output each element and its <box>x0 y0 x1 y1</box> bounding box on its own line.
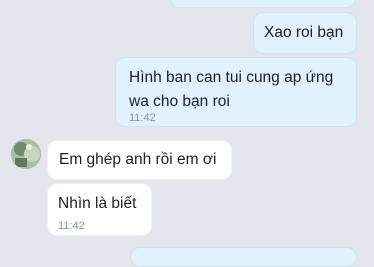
message-text: Xao roi bạn <box>264 24 344 41</box>
message-bubble-outgoing[interactable]: Hình ban can tui cung ap ứng wa cho bạn … <box>115 57 357 127</box>
message-bubble-incoming[interactable]: Nhìn là biết 11:42 <box>47 183 152 236</box>
message-timestamp: 11:42 <box>129 112 156 124</box>
message-bubble-outgoing-partial[interactable] <box>170 0 356 8</box>
message-text-line: wa cho bạn roi <box>129 93 230 110</box>
avatar-photo-icon <box>11 139 41 169</box>
message-timestamp: 11:42 <box>58 220 85 232</box>
message-bubble-incoming[interactable]: Em ghép anh rồi em ơi <box>47 140 232 180</box>
message-text-line: Hình ban can tui cung ap ứng <box>129 69 334 86</box>
message-text: Nhìn là biết <box>58 195 137 212</box>
message-text: Em ghép anh rồi em ơi <box>59 151 217 168</box>
message-bubble-outgoing-partial[interactable] <box>130 247 357 267</box>
avatar[interactable] <box>11 139 41 169</box>
message-bubble-outgoing[interactable]: Xao roi bạn <box>253 12 357 54</box>
